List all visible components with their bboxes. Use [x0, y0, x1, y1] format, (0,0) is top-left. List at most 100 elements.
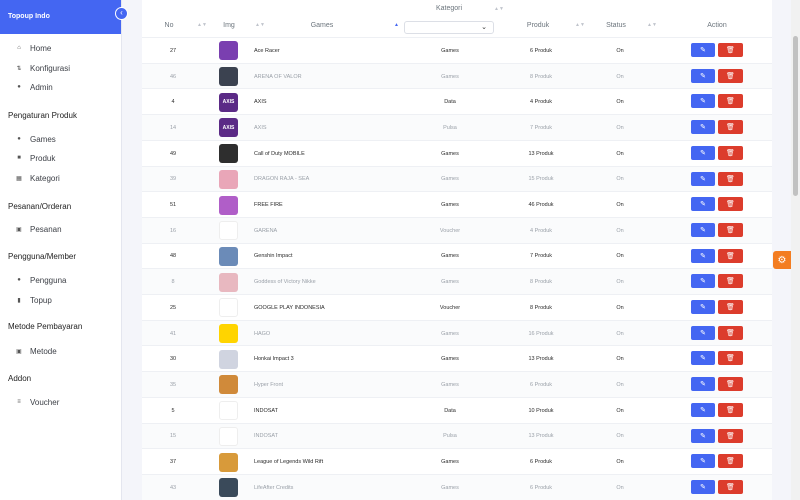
sidebar-item-games[interactable]: ● Games [15, 132, 56, 146]
scrollbar-thumb[interactable] [793, 36, 798, 196]
delete-button[interactable]: 🗑 [718, 351, 743, 366]
delete-button[interactable]: 🗑 [718, 94, 743, 109]
sort-icon[interactable]: ▲▼ [197, 22, 207, 28]
sidebar-item-konfigurasi[interactable]: ⇅ Konfigurasi [15, 61, 70, 75]
sidebar-item-voucher[interactable]: ≡ Voucher [15, 395, 59, 409]
edit-button[interactable]: ✎ [691, 479, 715, 494]
game-kategori: Games [441, 484, 459, 491]
kategori-filter-select[interactable]: ⌄ [404, 21, 494, 34]
sidebar-item-home[interactable]: ⌂ Home [15, 41, 51, 55]
column-header-no[interactable]: No [142, 22, 196, 29]
sidebar-item-topup[interactable]: ▮ Topup [15, 293, 52, 307]
column-header-produk[interactable]: Produk [496, 22, 580, 29]
sort-asc-icon[interactable]: ▲ [394, 22, 399, 28]
edit-button[interactable]: ✎ [691, 428, 715, 443]
sidebar-item-pesanan[interactable]: ▣ Pesanan [15, 222, 61, 236]
game-produk-count: 46 Produk [528, 202, 554, 209]
sort-icon[interactable]: ▲▼ [647, 22, 657, 28]
game-image [219, 246, 238, 266]
edit-button[interactable]: ✎ [691, 171, 715, 186]
delete-button[interactable]: 🗑 [718, 222, 743, 237]
game-image [219, 324, 238, 344]
game-produk-count: 8 Produk [529, 279, 552, 286]
column-header-games[interactable]: Games [272, 22, 372, 29]
delete-button[interactable]: 🗑 [718, 43, 743, 57]
edit-button[interactable]: ✎ [691, 222, 715, 237]
delete-button[interactable]: 🗑 [718, 68, 743, 83]
edit-button[interactable]: ✎ [691, 402, 715, 417]
game-name: DRAGON RAJA - SEA [254, 176, 310, 183]
game-image [219, 426, 238, 446]
game-image [219, 221, 238, 241]
edit-button[interactable]: ✎ [691, 197, 715, 212]
column-header-status[interactable]: Status [586, 22, 646, 29]
edit-button[interactable]: ✎ [691, 274, 715, 289]
row-number: 35 [169, 381, 177, 388]
game-name: GOOGLE PLAY INDONESIA [254, 304, 325, 311]
edit-button[interactable]: ✎ [691, 454, 715, 469]
trash-icon: 🗑 [726, 175, 735, 183]
edit-button[interactable]: ✎ [691, 300, 715, 314]
cart-icon: ▣ [16, 226, 22, 233]
page-scrollbar[interactable] [791, 0, 800, 500]
column-header-kategori[interactable]: Kategori [404, 5, 494, 12]
box-icon: ■ [17, 155, 21, 161]
delete-button[interactable]: 🗑 [718, 145, 743, 160]
game-status: On [616, 356, 624, 363]
game-produk-count: 4 Produk [529, 227, 552, 234]
edit-button[interactable]: ✎ [691, 120, 715, 135]
edit-button[interactable]: ✎ [691, 377, 715, 392]
game-status: On [616, 407, 624, 414]
edit-button[interactable]: ✎ [691, 325, 715, 340]
chevron-down-icon: ⌄ [481, 24, 487, 31]
sort-icon[interactable]: ▲▼ [494, 6, 504, 12]
delete-button[interactable]: 🗑 [718, 120, 743, 135]
game-kategori: Games [441, 381, 459, 388]
trash-icon: 🗑 [726, 483, 735, 491]
game-name: AXIS [254, 124, 267, 131]
edit-button[interactable]: ✎ [691, 43, 715, 57]
table-row: 48 Genshin Impact Games 7 Produk On ✎ 🗑 [142, 242, 772, 269]
sort-icon[interactable]: ▲▼ [255, 22, 265, 28]
delete-button[interactable]: 🗑 [718, 428, 743, 443]
edit-button[interactable]: ✎ [691, 94, 715, 109]
brand-logo[interactable]: Topoup Indo [0, 0, 121, 34]
game-thumbnail [219, 141, 239, 167]
delete-button[interactable]: 🗑 [718, 171, 743, 186]
sidebar-item-label: Metode [30, 346, 57, 356]
delete-button[interactable]: 🗑 [718, 325, 743, 340]
gear-icon[interactable]: ⚙ [773, 251, 791, 269]
sidebar-item-metode[interactable]: ▣ Metode [15, 344, 57, 358]
edit-button[interactable]: ✎ [691, 351, 715, 366]
trash-icon: 🗑 [726, 226, 735, 234]
game-thumbnail [219, 372, 239, 398]
sidebar: Topoup Indo ⌂ Home ⇅ Konfigurasi ● Admin Pe… [0, 0, 122, 500]
edit-button[interactable]: ✎ [691, 248, 715, 263]
delete-button[interactable]: 🗑 [718, 454, 743, 469]
game-kategori: Data [444, 99, 456, 106]
delete-button[interactable]: 🗑 [718, 479, 743, 494]
delete-button[interactable]: 🗑 [718, 197, 743, 212]
column-header-img: Img [223, 22, 235, 29]
trash-icon: 🗑 [726, 329, 735, 337]
sidebar-item-admin[interactable]: ● Admin [15, 80, 53, 94]
game-image: AXIS [219, 92, 238, 112]
home-icon: ⌂ [17, 45, 21, 51]
game-thumbnail [219, 38, 239, 64]
sidebar-item-kategori[interactable]: ▦ Kategori [15, 171, 60, 185]
sidebar-item-label: Topup [30, 295, 52, 305]
chevron-left-icon[interactable]: ‹ [115, 7, 128, 20]
delete-button[interactable]: 🗑 [718, 377, 743, 392]
sidebar-item-pengguna[interactable]: ● Pengguna [15, 273, 66, 287]
edit-button[interactable]: ✎ [691, 68, 715, 83]
delete-button[interactable]: 🗑 [718, 402, 743, 417]
sidebar-item-produk[interactable]: ■ Produk [15, 151, 55, 165]
delete-button[interactable]: 🗑 [718, 300, 743, 314]
edit-button[interactable]: ✎ [691, 145, 715, 160]
table-row: 14 AXIS AXIS Pulsa 7 Produk On ✎ 🗑 [142, 114, 772, 140]
delete-button[interactable]: 🗑 [718, 274, 743, 289]
row-number: 46 [169, 73, 177, 80]
game-name: Honkai Impact 3 [254, 356, 294, 363]
sort-icon[interactable]: ▲▼ [575, 22, 585, 28]
delete-button[interactable]: 🗑 [718, 248, 743, 263]
